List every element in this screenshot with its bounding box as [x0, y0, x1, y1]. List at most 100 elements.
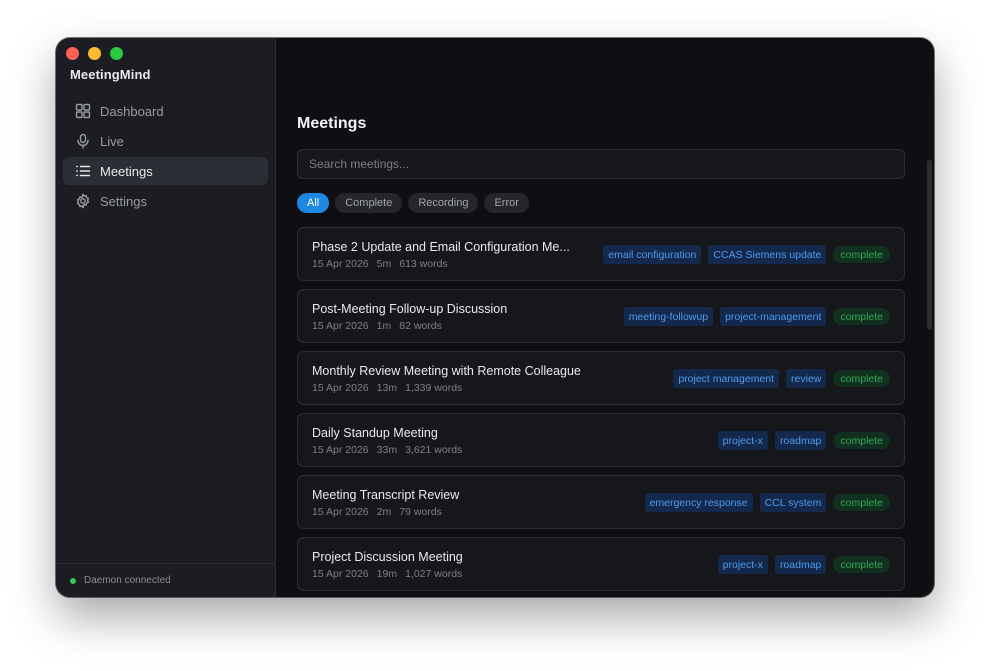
- meeting-tag: review: [786, 369, 827, 388]
- meeting-title: Meeting Transcript Review: [312, 488, 460, 502]
- meeting-tag: roadmap: [774, 431, 827, 450]
- meeting-tag: meeting-followup: [623, 307, 714, 326]
- meeting-title: Post-Meeting Follow-up Discussion: [312, 302, 508, 316]
- app-window: MeetingMind Dashboard Live Meetings Sett…: [56, 38, 934, 597]
- status-badge: complete: [833, 432, 890, 449]
- meeting-tag: project-management: [720, 307, 827, 326]
- meeting-tag: CCAS Siemens update: [708, 245, 827, 264]
- meeting-tags: project-x roadmap complete: [717, 431, 890, 450]
- status-badge: complete: [833, 370, 890, 387]
- meeting-tags: emergency response CCL system complete: [644, 493, 890, 512]
- minimize-window-button[interactable]: [88, 47, 101, 60]
- meeting-info: Meeting Transcript Review 15 Apr 2026 2m…: [312, 488, 592, 518]
- meeting-word-count: 613 words: [399, 258, 448, 270]
- sidebar-item-label: Live: [100, 133, 124, 149]
- meeting-date: 15 Apr 2026: [312, 444, 369, 456]
- meeting-tag: project-x: [717, 555, 768, 574]
- status-badge: complete: [833, 308, 890, 325]
- status-badge: complete: [833, 494, 890, 511]
- meeting-duration: 13m: [376, 382, 398, 394]
- meeting-info: Project Discussion Meeting 15 Apr 2026 1…: [312, 550, 592, 580]
- sidebar-item-label: Meetings: [100, 163, 153, 179]
- meeting-word-count: 3,621 words: [405, 444, 463, 456]
- meeting-info: Monthly Review Meeting with Remote Colle…: [312, 364, 592, 394]
- sidebar-item-dashboard[interactable]: Dashboard: [63, 97, 268, 125]
- meeting-info: Daily Standup Meeting 15 Apr 2026 33m 3,…: [312, 426, 592, 456]
- meeting-date: 15 Apr 2026: [312, 506, 369, 518]
- filter-all[interactable]: All: [297, 193, 330, 213]
- sidebar-item-meetings[interactable]: Meetings: [63, 157, 268, 185]
- meeting-date: 15 Apr 2026: [312, 320, 369, 332]
- meeting-tags: project management review complete: [673, 369, 890, 388]
- search-input[interactable]: [297, 149, 905, 179]
- meeting-duration: 1m: [376, 320, 392, 332]
- scrollbar-thumb[interactable]: [927, 160, 932, 330]
- meeting-title: Daily Standup Meeting: [312, 426, 438, 440]
- meeting-date: 15 Apr 2026: [312, 258, 369, 270]
- meeting-list: Phase 2 Update and Email Configuration M…: [297, 227, 905, 597]
- meeting-word-count: 82 words: [399, 320, 442, 332]
- daemon-status: Daemon connected: [56, 563, 275, 597]
- meeting-meta: 15 Apr 2026 13m 1,339 words: [312, 382, 592, 394]
- meeting-card[interactable]: Daily Standup Meeting 15 Apr 2026 33m 3,…: [297, 413, 905, 467]
- meeting-meta: 15 Apr 2026 33m 3,621 words: [312, 444, 592, 456]
- meeting-meta: 15 Apr 2026 2m 79 words: [312, 506, 592, 518]
- meeting-card[interactable]: Monthly Review Meeting with Remote Colle…: [297, 351, 905, 405]
- meeting-card[interactable]: Phase 2 Update and Email Configuration M…: [297, 227, 905, 281]
- meeting-tag: emergency response: [644, 493, 753, 512]
- meeting-card[interactable]: Project Discussion Meeting 15 Apr 2026 1…: [297, 537, 905, 591]
- list-icon: [76, 165, 91, 177]
- meeting-duration: 19m: [376, 568, 398, 580]
- meeting-word-count: 79 words: [399, 506, 442, 518]
- sidebar: MeetingMind Dashboard Live Meetings Sett…: [56, 38, 276, 597]
- meeting-meta: 15 Apr 2026 1m 82 words: [312, 320, 592, 332]
- microphone-icon: [77, 133, 89, 149]
- meeting-tags: meeting-followup project-management comp…: [623, 307, 890, 326]
- close-window-button[interactable]: [66, 47, 79, 60]
- meeting-tags: email configuration CCAS Siemens update …: [603, 245, 890, 264]
- status-dot-icon: [70, 577, 76, 584]
- meeting-tag: CCL system: [759, 493, 827, 512]
- meeting-date: 15 Apr 2026: [312, 568, 369, 580]
- meeting-word-count: 1,339 words: [405, 382, 463, 394]
- meeting-word-count: 1,027 words: [405, 568, 463, 580]
- app-title: MeetingMind: [70, 67, 151, 82]
- filter-error[interactable]: Error: [484, 193, 529, 213]
- meeting-info: Post-Meeting Follow-up Discussion 15 Apr…: [312, 302, 592, 332]
- meeting-title: Monthly Review Meeting with Remote Colle…: [312, 364, 581, 378]
- status-badge: complete: [833, 556, 890, 573]
- status-badge: complete: [833, 246, 890, 263]
- meeting-date: 15 Apr 2026: [312, 382, 369, 394]
- status-filters: All Complete Recording Error: [297, 193, 529, 213]
- meeting-tag: project management: [673, 369, 780, 388]
- sidebar-item-label: Settings: [100, 193, 147, 209]
- status-label: Daemon connected: [84, 575, 171, 586]
- main-content: Meetings All Complete Recording Error Ph…: [276, 38, 934, 597]
- meeting-card[interactable]: Meeting Transcript Review 15 Apr 2026 2m…: [297, 475, 905, 529]
- meeting-tag: project-x: [717, 431, 768, 450]
- filter-recording[interactable]: Recording: [408, 193, 479, 213]
- page-title: Meetings: [297, 115, 367, 132]
- meeting-duration: 5m: [376, 258, 392, 270]
- meeting-tags: project-x roadmap complete: [717, 555, 890, 574]
- sidebar-item-settings[interactable]: Settings: [63, 187, 268, 215]
- meeting-meta: 15 Apr 2026 19m 1,027 words: [312, 568, 592, 580]
- sidebar-item-label: Dashboard: [100, 103, 164, 119]
- window-controls: [66, 47, 123, 60]
- scrollbar[interactable]: [925, 38, 934, 597]
- filter-complete[interactable]: Complete: [335, 193, 403, 213]
- grid-icon: [75, 103, 91, 119]
- sidebar-nav: Dashboard Live Meetings Settings: [63, 97, 268, 217]
- meeting-meta: 15 Apr 2026 5m 613 words: [312, 258, 592, 270]
- meeting-info: Phase 2 Update and Email Configuration M…: [312, 240, 592, 270]
- sidebar-item-live[interactable]: Live: [63, 127, 268, 155]
- meeting-tag: email configuration: [603, 245, 702, 264]
- meeting-duration: 2m: [376, 506, 392, 518]
- meeting-tag: roadmap: [774, 555, 827, 574]
- meeting-duration: 33m: [376, 444, 398, 456]
- gear-icon: [76, 193, 90, 209]
- meeting-title: Phase 2 Update and Email Configuration M…: [312, 240, 570, 254]
- meeting-card[interactable]: Post-Meeting Follow-up Discussion 15 Apr…: [297, 289, 905, 343]
- meeting-title: Project Discussion Meeting: [312, 550, 463, 564]
- zoom-window-button[interactable]: [110, 47, 123, 60]
